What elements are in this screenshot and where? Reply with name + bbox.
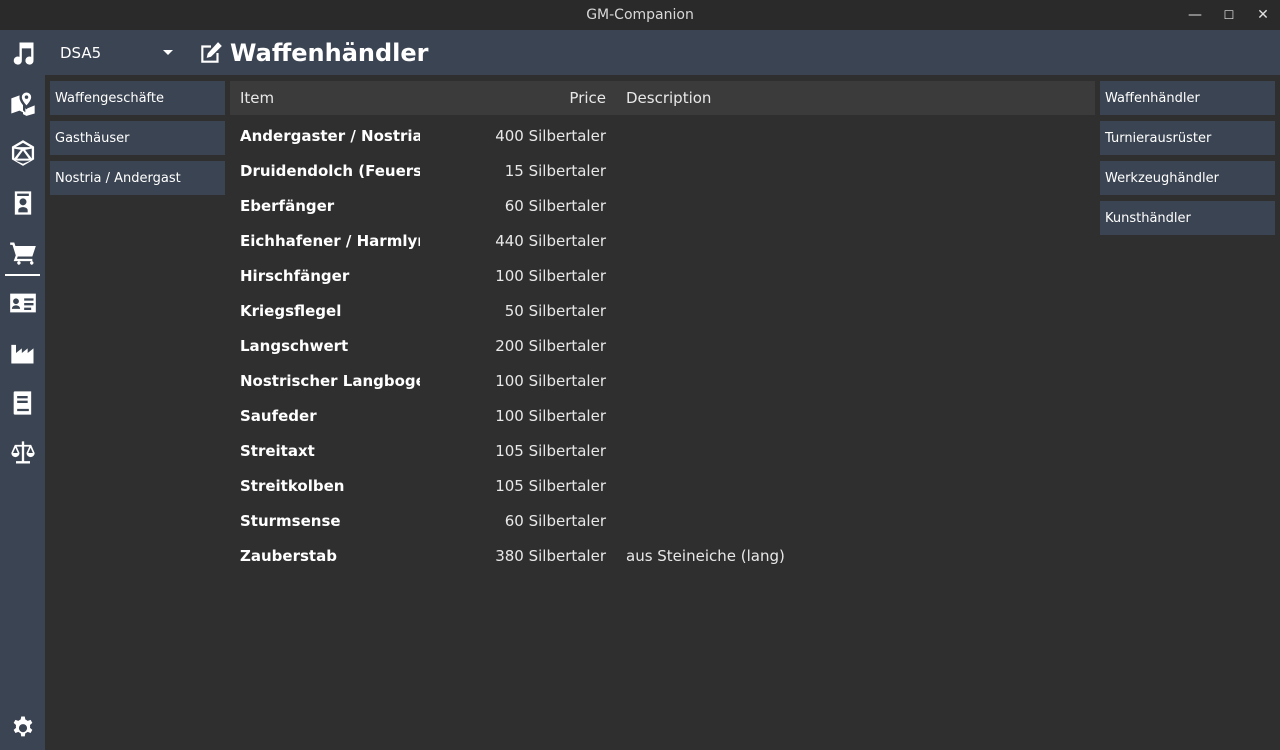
category-item-nostria-andergast[interactable]: Nostria / Andergast: [50, 161, 225, 195]
item-price: 400 Silbertaler: [495, 126, 606, 145]
column-header-description[interactable]: Description: [626, 81, 711, 115]
table-row[interactable]: Langschwert 200 Silbertaler: [230, 328, 1095, 363]
factory-icon[interactable]: [0, 330, 45, 376]
item-name: Nostrischer Langbogen: [240, 371, 420, 390]
category-item-gasthaeuser[interactable]: Gasthäuser: [50, 121, 225, 155]
item-price: 60 Silbertaler: [504, 511, 606, 530]
item-name: Andergaster / Nostria...: [240, 126, 420, 145]
table-row[interactable]: Nostrischer Langbogen 100 Silbertaler: [230, 363, 1095, 398]
table-row[interactable]: Sturmsense 60 Silbertaler: [230, 503, 1095, 538]
page-title: Waffenhändler: [230, 38, 429, 67]
column-header-price[interactable]: Price: [430, 81, 606, 115]
shop-item-kunsthaendler[interactable]: Kunsthändler: [1100, 201, 1275, 235]
item-name: Streitaxt: [240, 441, 315, 460]
maximize-button[interactable]: ☐: [1212, 0, 1246, 30]
item-price: 100 Silbertaler: [495, 371, 606, 390]
header-bar: DSA5 Waffenhändler: [45, 30, 1280, 75]
map-icon[interactable]: [0, 80, 45, 126]
shop-item-turnierausruester[interactable]: Turnierausrüster: [1100, 121, 1275, 155]
table-row[interactable]: Saufeder 100 Silbertaler: [230, 398, 1095, 433]
shop-item-waffenhaendler[interactable]: Waffenhändler: [1100, 81, 1275, 115]
item-price: 50 Silbertaler: [504, 301, 606, 320]
column-header-item[interactable]: Item: [240, 81, 274, 115]
table-row[interactable]: Druidendolch (Feuerst... 15 Silbertaler: [230, 153, 1095, 188]
item-name: Streitkolben: [240, 476, 345, 495]
table-row[interactable]: Streitaxt 105 Silbertaler: [230, 433, 1095, 468]
item-price: 15 Silbertaler: [504, 161, 606, 180]
item-price: 440 Silbertaler: [495, 231, 606, 250]
shop-item-werkzeughaendler[interactable]: Werkzeughändler: [1100, 161, 1275, 195]
items-table-header: Item Price Description: [230, 81, 1095, 115]
item-price: 105 Silbertaler: [495, 441, 606, 460]
item-name: Langschwert: [240, 336, 349, 355]
book-icon[interactable]: [0, 380, 45, 426]
item-price: 60 Silbertaler: [504, 196, 606, 215]
chevron-down-icon[interactable]: [163, 50, 173, 55]
item-name: Sturmsense: [240, 511, 341, 530]
table-row[interactable]: Streitkolben 105 Silbertaler: [230, 468, 1095, 503]
item-name: Zauberstab: [240, 546, 337, 565]
item-price: 200 Silbertaler: [495, 336, 606, 355]
item-price: 100 Silbertaler: [495, 406, 606, 425]
minimize-button[interactable]: —: [1178, 0, 1212, 30]
item-name: Hirschfänger: [240, 266, 350, 285]
table-row[interactable]: Zauberstab 380 Silbertaler aus Steineich…: [230, 538, 1095, 573]
scales-icon[interactable]: [0, 430, 45, 476]
item-name: Druidendolch (Feuerst...: [240, 161, 420, 180]
item-price: 105 Silbertaler: [495, 476, 606, 495]
close-button[interactable]: ✕: [1246, 0, 1280, 30]
window-controls: — ☐ ✕: [1178, 0, 1280, 30]
item-price: 380 Silbertaler: [495, 546, 606, 565]
character-icon[interactable]: [0, 180, 45, 226]
table-row[interactable]: Andergaster / Nostria... 400 Silbertaler: [230, 118, 1095, 153]
item-name: Eichhafener / Harmlyn...: [240, 231, 420, 250]
project-dropdown-value: DSA5: [60, 43, 102, 62]
project-dropdown[interactable]: DSA5: [60, 30, 180, 75]
shop-icon[interactable]: [0, 230, 45, 276]
tool-sidebar: [0, 30, 45, 750]
gear-icon[interactable]: [0, 704, 45, 750]
music-icon[interactable]: [0, 30, 45, 76]
table-row[interactable]: Eichhafener / Harmlyn... 440 Silbertaler: [230, 223, 1095, 258]
item-price: 100 Silbertaler: [495, 266, 606, 285]
table-row[interactable]: Kriegsflegel 50 Silbertaler: [230, 293, 1095, 328]
dice-icon[interactable]: [0, 130, 45, 176]
item-description: aus Steineiche (lang): [626, 546, 785, 565]
category-item-waffengeschaefte[interactable]: Waffengeschäfte: [50, 81, 225, 115]
item-name: Eberfänger: [240, 196, 335, 215]
item-name: Kriegsflegel: [240, 301, 342, 320]
edit-icon[interactable]: [198, 40, 224, 66]
title-bar: GM-Companion — ☐ ✕: [0, 0, 1280, 30]
active-indicator: [5, 274, 40, 276]
window-title: GM-Companion: [586, 7, 694, 23]
item-name: Saufeder: [240, 406, 317, 425]
table-row[interactable]: Eberfänger 60 Silbertaler: [230, 188, 1095, 223]
id-card-icon[interactable]: [0, 280, 45, 326]
table-row[interactable]: Hirschfänger 100 Silbertaler: [230, 258, 1095, 293]
